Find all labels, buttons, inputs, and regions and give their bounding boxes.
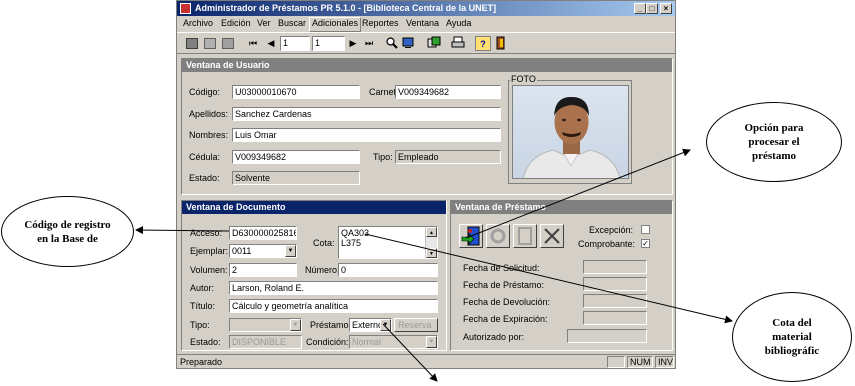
callout-cota: Cota del material bibliográfic: [732, 292, 852, 382]
arrow-codigo: [135, 226, 230, 235]
arrow-cota: [364, 233, 733, 324]
callout-codigo-text: Código de registro en la Base de: [24, 218, 111, 245]
callout-cota-text: Cota del material bibliográfic: [764, 317, 820, 357]
callout-codigo: Código de registro en la Base de: [1, 196, 134, 267]
annotation-arrows: [135, 148, 733, 382]
arrow-prestamo: [382, 323, 438, 382]
callout-procesar-text: Opción para procesar el préstamo: [744, 122, 804, 162]
arrow-procesar: [465, 148, 691, 239]
callout-procesar: Opción para procesar el préstamo: [706, 102, 842, 182]
